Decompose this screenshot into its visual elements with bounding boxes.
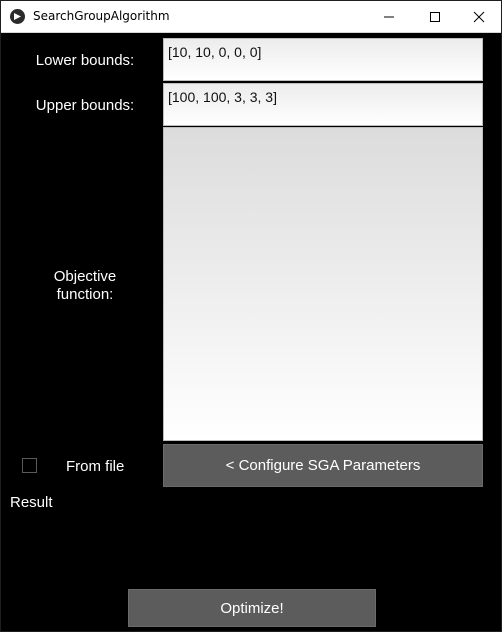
from-file-checkbox[interactable] bbox=[22, 458, 37, 473]
maximize-button[interactable] bbox=[412, 1, 458, 32]
kivy-app-icon bbox=[10, 9, 25, 24]
from-file-label: From file bbox=[66, 458, 125, 475]
objective-function-input[interactable] bbox=[163, 127, 483, 441]
objective-function-label: Objective function: bbox=[1, 268, 169, 304]
maximize-icon bbox=[430, 11, 440, 22]
minimize-icon bbox=[384, 16, 394, 17]
optimize-button[interactable]: Optimize! bbox=[128, 589, 376, 627]
upper-bounds-input[interactable]: [100, 100, 3, 3, 3] bbox=[163, 83, 483, 126]
title-bar[interactable]: SearchGroupAlgorithm bbox=[1, 1, 501, 33]
objective-label-line1: Objective bbox=[53, 268, 117, 285]
minimize-button[interactable] bbox=[366, 1, 412, 32]
objective-label-line2: function: bbox=[56, 286, 114, 303]
lower-bounds-input[interactable]: [10, 10, 0, 0, 0] bbox=[163, 38, 483, 81]
lower-bounds-label: Lower bounds: bbox=[35, 52, 135, 69]
upper-bounds-label: Upper bounds: bbox=[35, 97, 135, 114]
close-button[interactable] bbox=[456, 1, 502, 32]
window-title: SearchGroupAlgorithm bbox=[33, 9, 170, 23]
configure-sga-parameters-button[interactable]: < Configure SGA Parameters bbox=[163, 444, 483, 487]
app-window: SearchGroupAlgorithm Lower bounds: [10, … bbox=[0, 0, 502, 632]
result-label: Result bbox=[10, 494, 53, 511]
close-icon bbox=[473, 11, 485, 22]
